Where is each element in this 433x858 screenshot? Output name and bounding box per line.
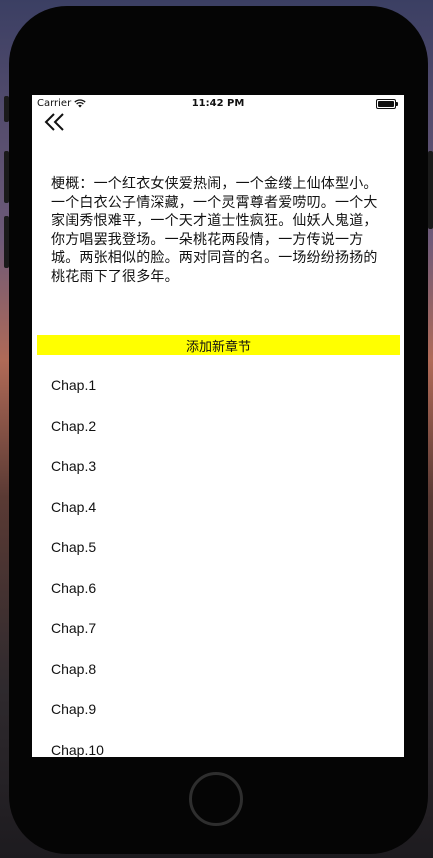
story-summary: 梗概：一个红衣女侠爱热闹，一个金缕上仙体型小。一个白衣公子情深藏，一个灵霄尊者爱… — [51, 176, 378, 285]
status-bar: Carrier 11:42 PM — [32, 95, 404, 113]
chapter-item[interactable]: Chap.10 — [32, 730, 404, 757]
chapter-item[interactable]: Chap.9 — [32, 689, 404, 730]
chapter-item[interactable]: Chap.3 — [32, 446, 404, 487]
status-time: 11:42 PM — [191, 98, 245, 109]
chapter-item[interactable]: Chap.7 — [32, 608, 404, 649]
back-button[interactable] — [42, 111, 72, 135]
add-chapter-button[interactable]: 添加新章节 — [37, 335, 400, 355]
mute-switch — [4, 96, 9, 122]
chapter-item[interactable]: Chap.1 — [32, 365, 404, 406]
app-screen: Carrier 11:42 PM 梗概：一个红衣女侠爱热闹，一个金缕上仙体型小。… — [32, 95, 404, 757]
chapter-list: Chap.1 Chap.2 Chap.3 Chap.4 Chap.5 Chap.… — [32, 365, 404, 757]
chapter-item[interactable]: Chap.6 — [32, 568, 404, 609]
home-button[interactable] — [189, 772, 243, 826]
power-button — [428, 151, 433, 229]
double-chevron-left-icon — [44, 113, 64, 131]
chapter-item[interactable]: Chap.4 — [32, 487, 404, 528]
chapter-item[interactable]: Chap.8 — [32, 649, 404, 690]
battery-icon — [376, 99, 398, 109]
volume-down-button — [4, 216, 9, 268]
chapter-item[interactable]: Chap.2 — [32, 406, 404, 447]
volume-up-button — [4, 151, 9, 203]
chapter-item[interactable]: Chap.5 — [32, 527, 404, 568]
